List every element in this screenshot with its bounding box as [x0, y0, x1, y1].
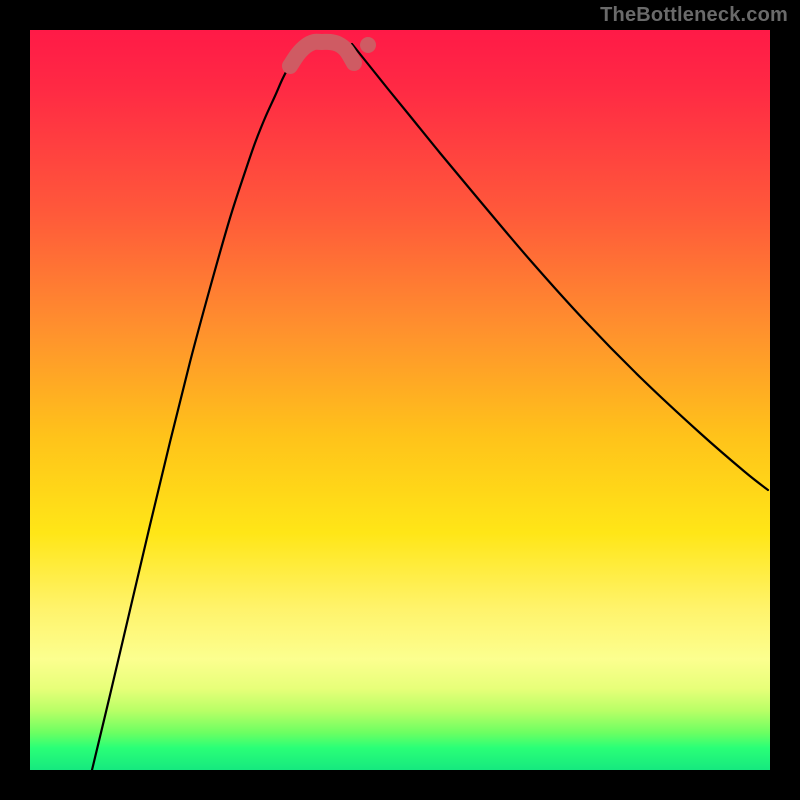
- chart-plot-area: [30, 30, 770, 770]
- watermark-text: TheBottleneck.com: [600, 4, 788, 27]
- curve-right-curve: [352, 44, 768, 490]
- trough-outlier-dot: [360, 37, 376, 53]
- trough-stroke: [290, 42, 354, 66]
- chart-svg: [30, 30, 770, 770]
- curve-left-curve: [92, 44, 302, 770]
